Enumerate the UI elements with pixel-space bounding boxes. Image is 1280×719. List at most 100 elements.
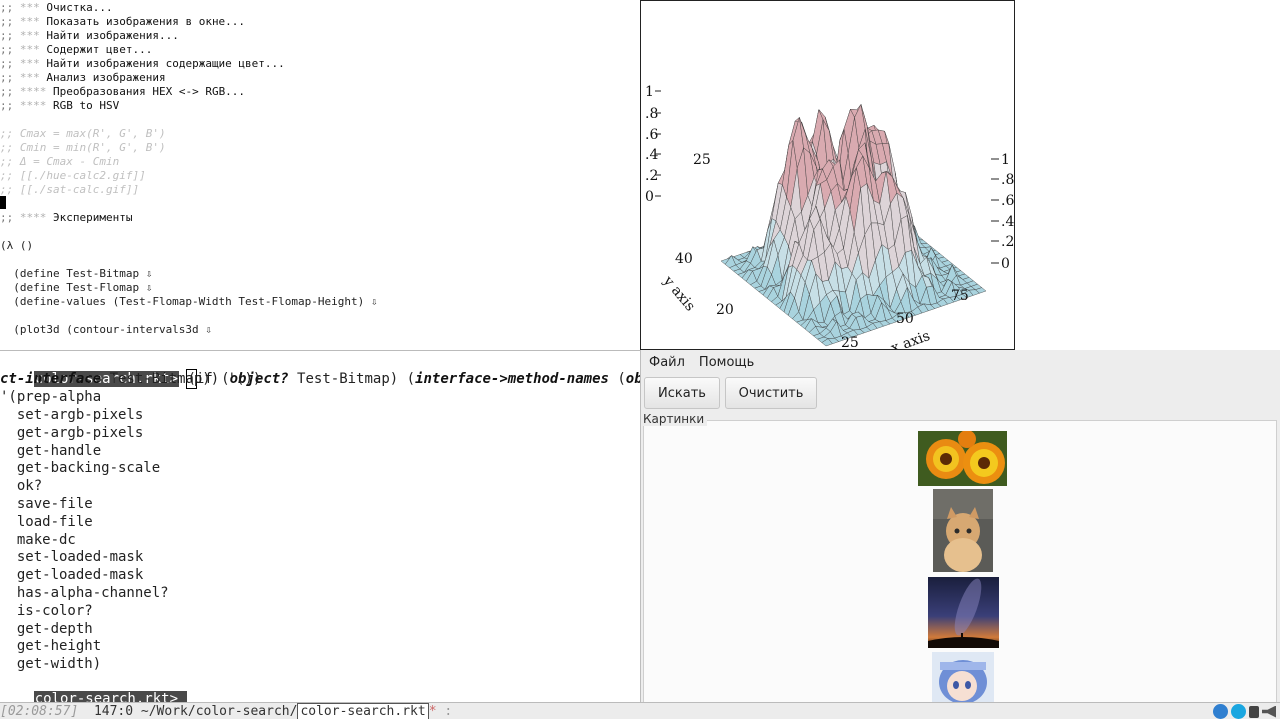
org-heading: ;; *** Найти изображения содержащие цвет… bbox=[0, 57, 285, 71]
code-text: (define Test-Bitmap ⇩ bbox=[0, 267, 153, 280]
heading-text: Эксперименты bbox=[53, 211, 133, 224]
comment-prefix: ;; bbox=[0, 71, 20, 84]
method-name: get-loaded-mask bbox=[0, 567, 144, 584]
menu-help[interactable]: Помощь bbox=[699, 355, 754, 370]
method-name: load-file bbox=[0, 513, 93, 530]
org-heading: ;; **** Преобразования HEX <-> RGB... bbox=[0, 85, 245, 99]
cat-image[interactable] bbox=[933, 489, 993, 572]
org-heading: ;; *** Анализ изображения bbox=[0, 71, 166, 85]
z-tick-label-left: 0 bbox=[645, 189, 654, 205]
org-heading: ;; **** RGB to HSV bbox=[0, 99, 119, 113]
night-sky-image[interactable] bbox=[928, 577, 999, 648]
heading-stars: *** bbox=[19, 15, 47, 28]
buffer-directory: ~/Work/color-search/ bbox=[140, 704, 298, 719]
org-heading: ;; *** Найти изображения... bbox=[0, 29, 179, 43]
mode-line-rest: : bbox=[436, 704, 453, 719]
cursor-position: 147:0 bbox=[93, 704, 134, 719]
org-heading: ;; **** Эксперименты bbox=[0, 211, 132, 225]
z-tick-label-right: 0 bbox=[1001, 256, 1010, 272]
buffer-filename[interactable]: color-search.rkt bbox=[297, 703, 429, 719]
method-name: get-argb-pixels bbox=[0, 424, 144, 441]
color-search-app-window: Файл Помощь Искать Очистить Картинки bbox=[640, 350, 1280, 702]
method-name: has-alpha-channel? bbox=[0, 585, 169, 601]
z-tick-label-right: .6 bbox=[1001, 193, 1014, 209]
comment-prefix: ;; bbox=[0, 211, 20, 224]
method-name: get-backing-scale bbox=[0, 460, 161, 477]
method-name: get-depth bbox=[0, 620, 93, 637]
heading-text: Содержит цвет... bbox=[46, 43, 153, 56]
keyword-token: interface->method-names bbox=[415, 371, 609, 387]
heading-text: Анализ изображения bbox=[46, 71, 166, 84]
repl-input-line-1[interactable]: color-search.rkt> (if (object? Test-Bitm… bbox=[0, 352, 640, 389]
z-tick-label-right: .2 bbox=[1001, 234, 1014, 250]
x-tick-label: 25 bbox=[841, 335, 859, 350]
method-name: is-color? bbox=[0, 602, 93, 619]
z-tick-label-right: .4 bbox=[1001, 214, 1014, 230]
menu-file[interactable]: Файл bbox=[649, 355, 685, 370]
code-text: (define-values (Test-Flomap-Width Test-F… bbox=[0, 295, 378, 308]
network-icon[interactable] bbox=[1213, 704, 1228, 719]
method-name: set-loaded-mask bbox=[0, 549, 144, 566]
menu-bar: Файл Помощь bbox=[641, 350, 1280, 374]
method-name: ok? bbox=[0, 478, 43, 495]
comment-prefix: ;; bbox=[0, 29, 20, 42]
z-tick-label-left: .4 bbox=[645, 147, 658, 163]
x-tick-label: 75 bbox=[951, 288, 969, 304]
code-token: ( bbox=[608, 371, 626, 387]
x-axis-label: x axis bbox=[889, 328, 932, 350]
skype-icon[interactable] bbox=[1231, 704, 1246, 719]
editor-cursor bbox=[0, 196, 6, 209]
org-heading: ;; *** Очистка... bbox=[0, 1, 113, 15]
heading-stars: **** bbox=[19, 211, 53, 224]
comment-prefix: ;; bbox=[0, 1, 20, 14]
z-tick-label-left: .6 bbox=[645, 127, 658, 143]
comment-prefix: ;; bbox=[0, 43, 20, 56]
comment-text: ;; [[./sat-calc.gif]] bbox=[0, 183, 140, 196]
comment-line: ;; [[./hue-calc2.gif]] bbox=[0, 169, 146, 183]
comment-line: ;; Cmin = min(R', G', B') bbox=[0, 141, 166, 155]
comment-prefix: ;; bbox=[0, 57, 20, 70]
method-name: save-file bbox=[0, 496, 93, 512]
volume-icon[interactable] bbox=[1262, 705, 1276, 718]
code-line: (plot3d (contour-intervals3d ⇩ bbox=[0, 323, 212, 337]
comment-line: ;; Δ = Cmax - Cmin bbox=[0, 155, 119, 169]
comment-line: ;; Cmax = max(R', G', B') bbox=[0, 127, 166, 141]
images-group-label: Картинки bbox=[643, 412, 708, 426]
clear-button[interactable]: Очистить bbox=[725, 377, 817, 409]
heading-stars: *** bbox=[19, 57, 47, 70]
comment-text: ;; Cmax = max(R', G', B') bbox=[0, 127, 166, 140]
method-name: get-handle bbox=[0, 442, 102, 459]
repl-prompt-line[interactable]: color-search.rkt> bbox=[0, 672, 188, 702]
modified-indicator: * bbox=[428, 704, 437, 719]
racket-repl[interactable]: color-search.rkt> (if (object? Test-Bitm… bbox=[0, 350, 640, 702]
comment-prefix: ;; bbox=[0, 15, 20, 28]
mode-line: [02:08:57] 147:0 ~/Work/color-search/col… bbox=[0, 702, 1280, 719]
code-line: (define-values (Test-Flomap-Width Test-F… bbox=[0, 295, 378, 309]
comment-prefix: ;; bbox=[0, 99, 20, 112]
flower-image[interactable] bbox=[918, 431, 1007, 486]
repl-prompt-2: color-search.rkt> bbox=[33, 691, 180, 702]
y-tick-label: 20 bbox=[716, 302, 734, 318]
heading-text: Очистка... bbox=[46, 1, 113, 14]
system-tray bbox=[1213, 704, 1276, 719]
z-tick-label-left: 1 bbox=[645, 84, 654, 100]
search-button[interactable]: Искать bbox=[644, 377, 720, 409]
heading-text: Найти изображения содержащие цвет... bbox=[46, 57, 285, 70]
org-heading: ;; *** Показать изображения в окне... bbox=[0, 15, 245, 29]
repl-input-text-cont[interactable]: ct-interface Test-Bitmap)) '()) bbox=[0, 371, 261, 387]
repl-input-line-2[interactable]: ct-interface Test-Bitmap)) '()) bbox=[0, 370, 261, 388]
plot3d-window: 1 .8 .6 .4 .2 0 1 .8 .6 .4 .2 0 25 40 20 75 50 25 y axis x … bbox=[640, 0, 1015, 350]
code-line: (define Test-Bitmap ⇩ bbox=[0, 267, 152, 281]
code-editor[interactable]: ;; *** Очистка...;; *** Показать изображ… bbox=[0, 0, 640, 350]
battery-icon[interactable] bbox=[1249, 705, 1259, 718]
code-text: (plot3d (contour-intervals3d ⇩ bbox=[0, 323, 212, 336]
z-tick-label-left: .8 bbox=[645, 106, 658, 122]
comment-text: ;; Δ = Cmax - Cmin bbox=[0, 155, 120, 168]
y-tick-label: 25 bbox=[693, 152, 711, 168]
heading-text: Показать изображения в окне... bbox=[46, 15, 246, 28]
images-group-box[interactable] bbox=[643, 420, 1277, 702]
anime-image[interactable] bbox=[932, 652, 994, 702]
heading-stars: **** bbox=[19, 99, 53, 112]
y-axis-label: y axis bbox=[659, 273, 698, 315]
method-name: get-width) bbox=[0, 656, 102, 673]
